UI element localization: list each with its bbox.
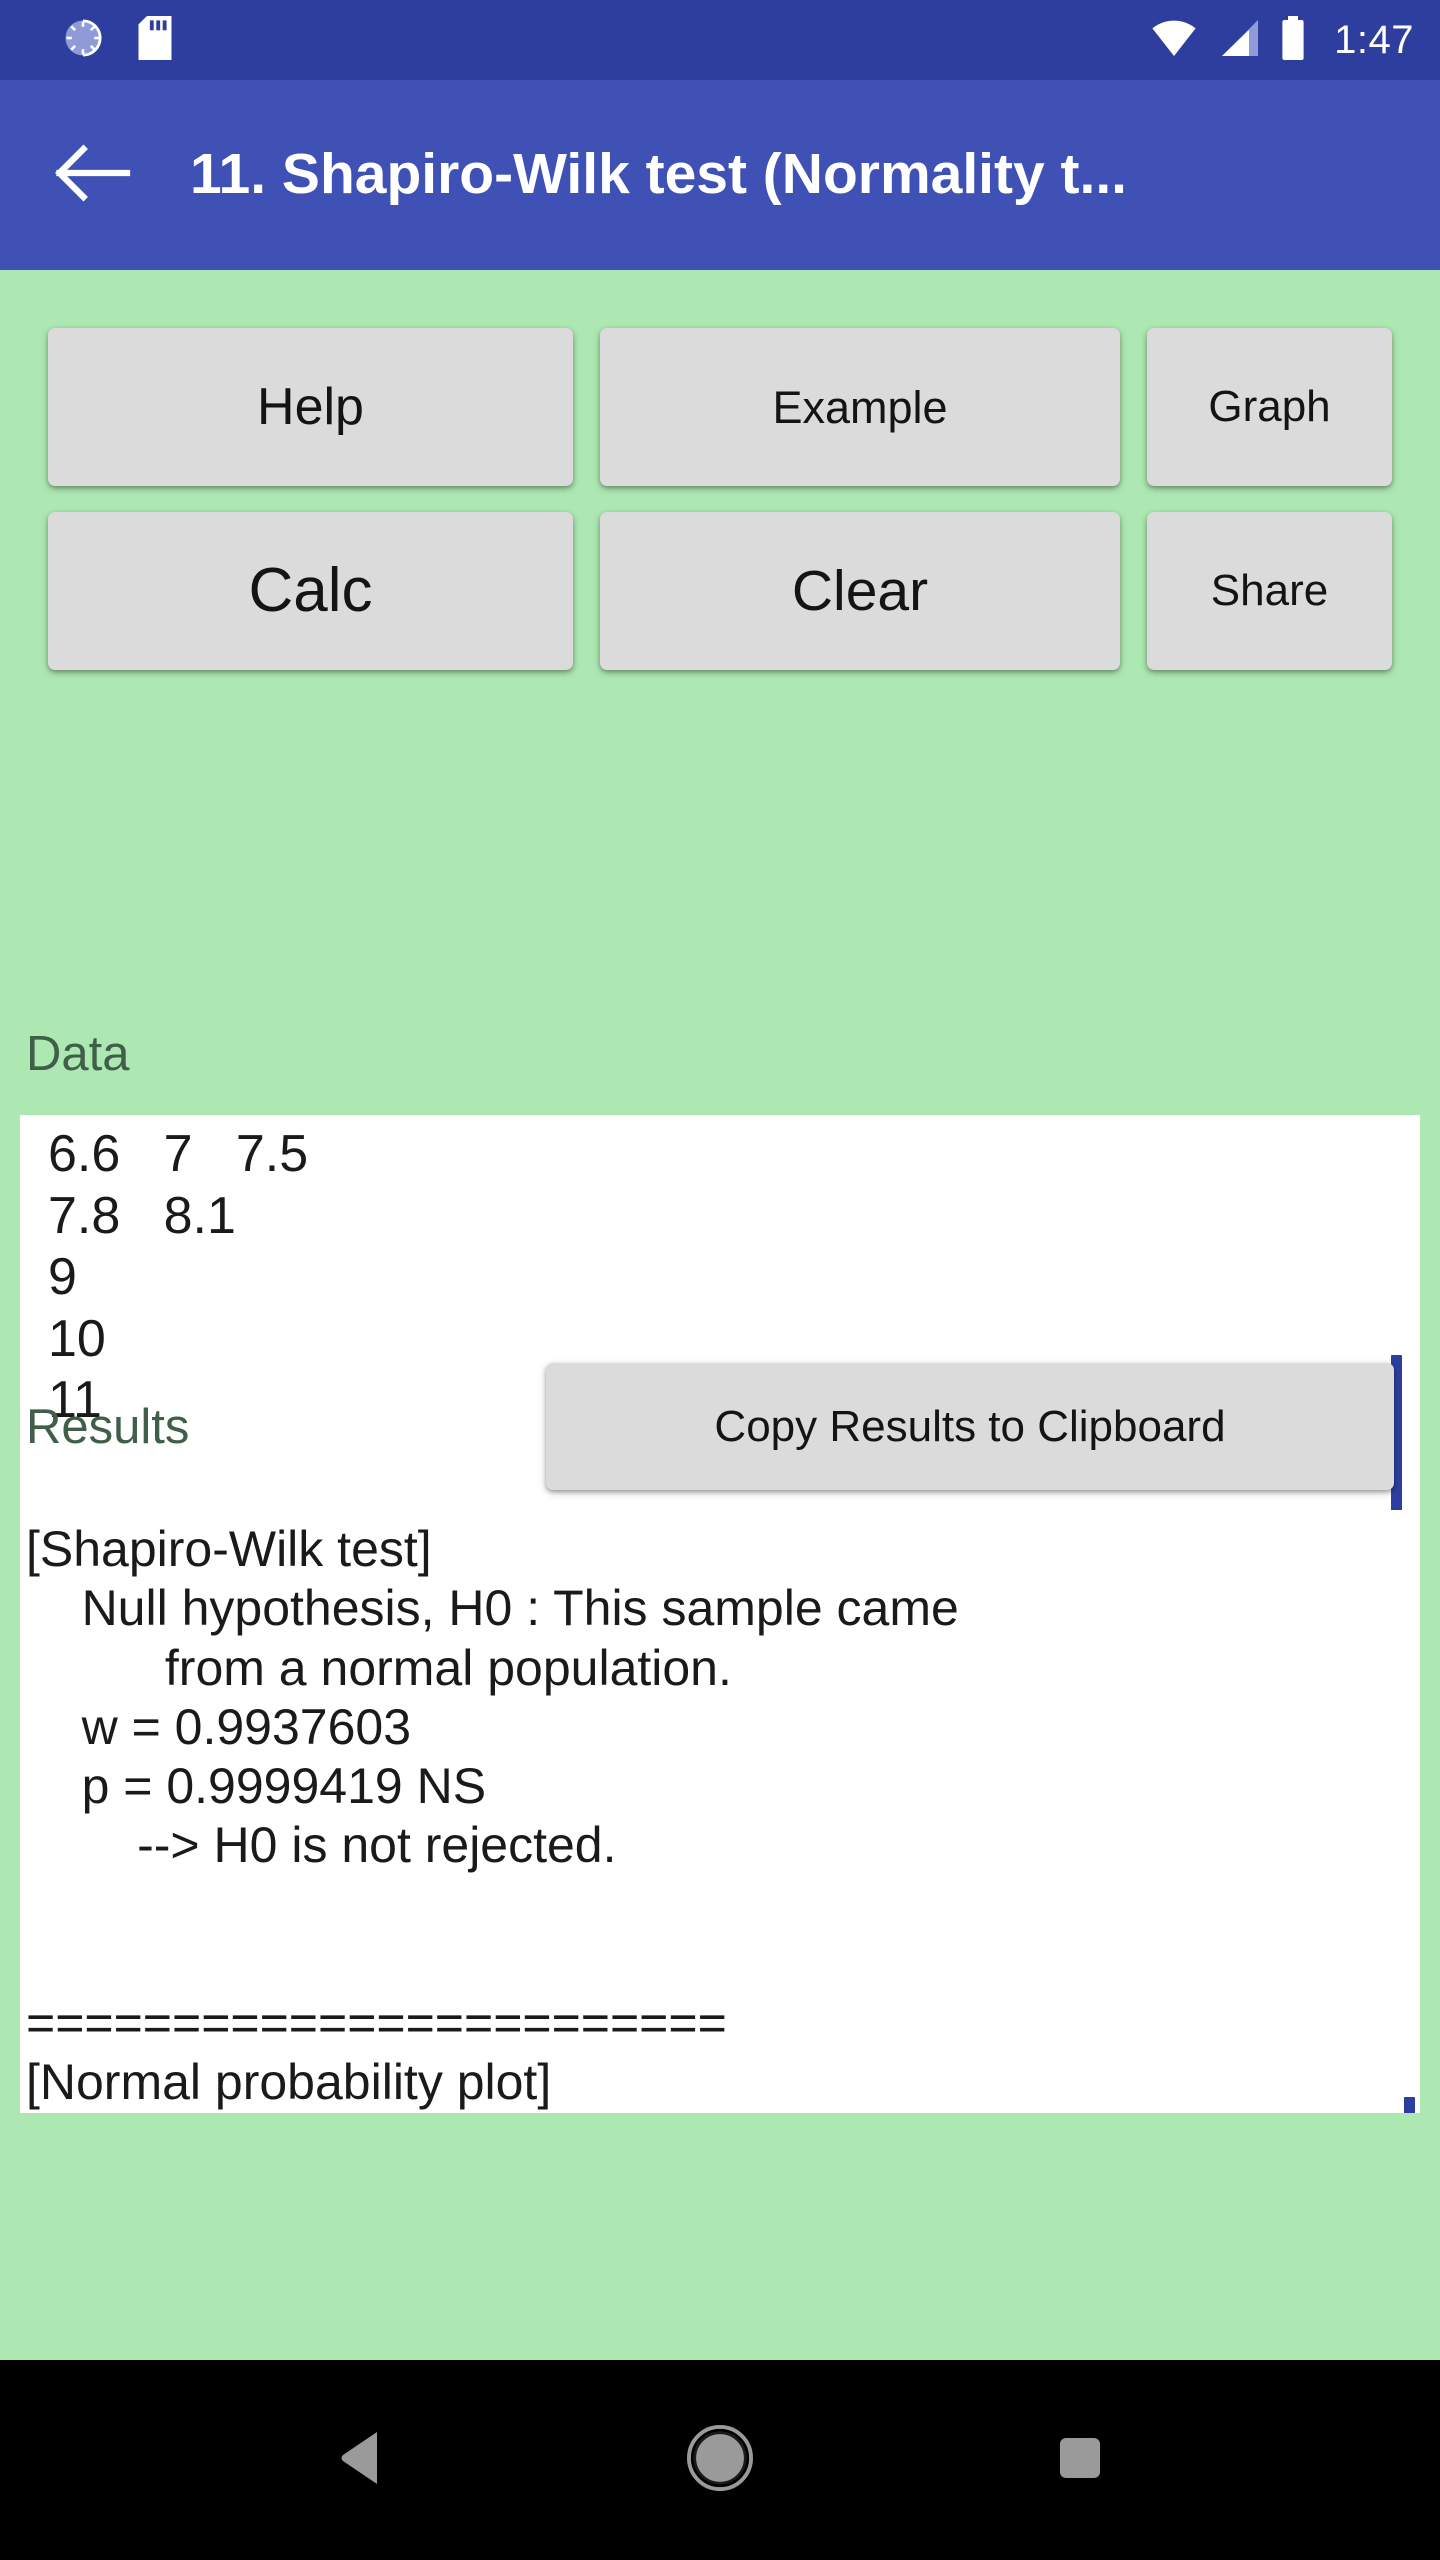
status-bar: 1:47 (0, 0, 1440, 80)
progress-spinner-icon (62, 17, 104, 64)
android-navigation-bar (0, 2360, 1440, 2560)
status-bar-clock: 1:47 (1334, 18, 1414, 62)
sd-card-icon (138, 15, 172, 65)
wifi-icon (1150, 18, 1198, 63)
clear-button[interactable]: Clear (600, 512, 1120, 670)
main-content: Help Example Graph Calc Clear Share Data… (0, 270, 1440, 2360)
status-bar-left-icons (62, 15, 172, 65)
share-button[interactable]: Share (1147, 512, 1392, 670)
data-input-text: 6.6 7 7.5 7.8 8.1 9 10 11 (48, 1125, 309, 1430)
example-button[interactable]: Example (600, 328, 1120, 486)
results-scrollbar-thumb[interactable] (1404, 2097, 1415, 2113)
nav-back-button[interactable] (300, 2400, 420, 2520)
app-bar: 11. Shapiro-Wilk test (Normality t... (0, 80, 1440, 270)
nav-home-button[interactable] (660, 2400, 780, 2520)
status-bar-right-icons: 1:47 (1150, 15, 1414, 65)
results-output[interactable]: [Shapiro-Wilk test] Null hypothesis, H0 … (20, 1510, 1420, 2113)
home-circle-icon (687, 2424, 753, 2496)
cellular-signal-icon (1216, 18, 1260, 63)
results-output-text: [Shapiro-Wilk test] Null hypothesis, H0 … (26, 1521, 959, 2111)
page-title: 11. Shapiro-Wilk test (Normality t... (190, 145, 1128, 205)
toolbar-row-bottom: Calc Clear Share (0, 512, 1440, 670)
graph-button[interactable]: Graph (1147, 328, 1392, 486)
calc-button[interactable]: Calc (48, 512, 573, 670)
copy-results-button[interactable]: Copy Results to Clipboard (546, 1363, 1394, 1490)
nav-recents-button[interactable] (1020, 2400, 1140, 2520)
back-triangle-icon (339, 2430, 381, 2491)
data-section-label: Data (26, 1027, 130, 1081)
recents-square-icon (1059, 2437, 1101, 2484)
back-arrow-icon (55, 141, 133, 210)
back-button[interactable] (46, 127, 142, 223)
phone-screen: 1:47 11. Shapiro-Wilk test (Normality t.… (0, 0, 1440, 2560)
help-button[interactable]: Help (48, 328, 573, 486)
battery-icon (1278, 15, 1308, 65)
results-section-label: Results (26, 1400, 190, 1454)
toolbar-row-top: Help Example Graph (0, 328, 1440, 486)
